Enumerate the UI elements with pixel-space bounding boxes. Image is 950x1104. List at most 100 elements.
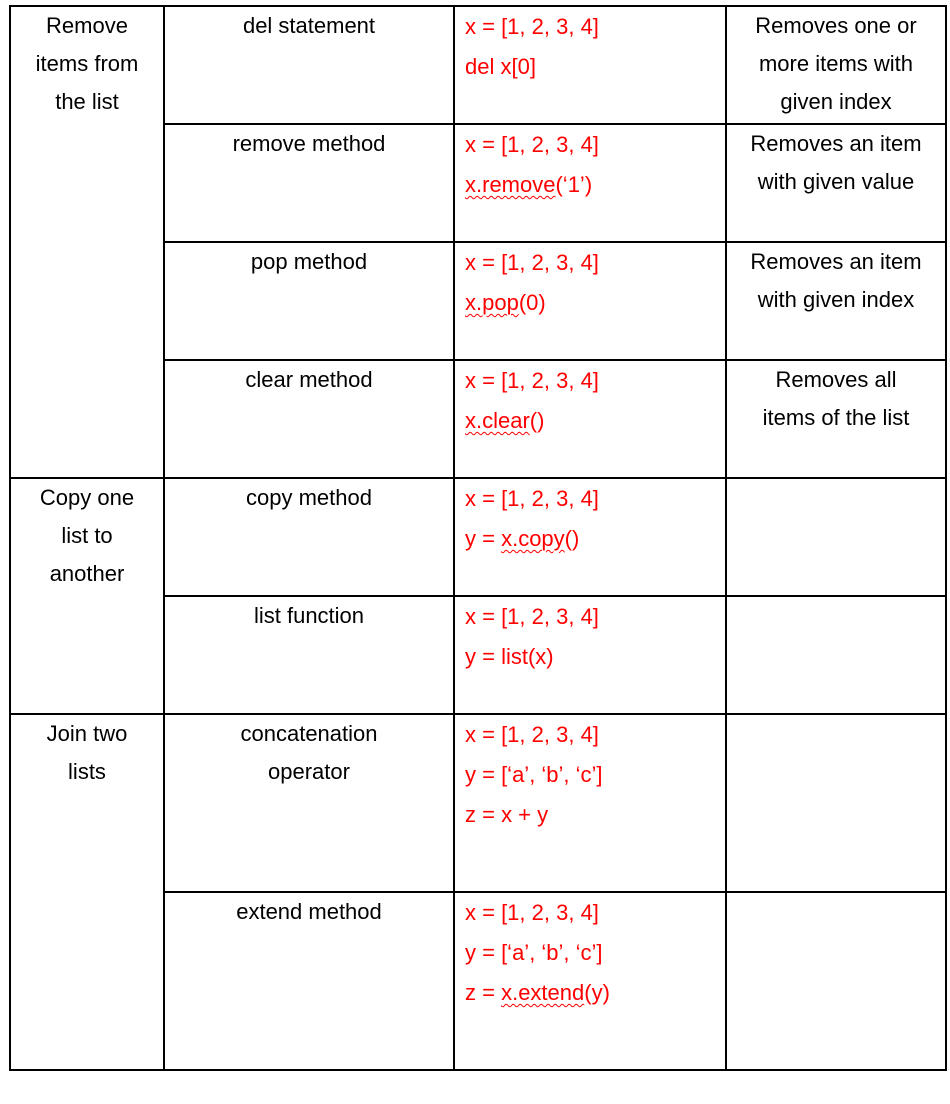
spellcheck-flagged-text: x.remove	[465, 172, 556, 197]
method-name: list function	[253, 603, 365, 628]
code-text: x = [1, 2, 3, 4]	[465, 250, 599, 275]
code-text: x = [1, 2, 3, 4]	[465, 368, 599, 393]
code-text: del x[0]	[465, 54, 536, 79]
code-line: y = x.copy()	[465, 519, 725, 559]
description-text-line: Removes an item	[750, 249, 922, 274]
spellcheck-flagged-text: x.clear	[465, 408, 530, 433]
code-line: x = [1, 2, 3, 4]	[465, 597, 725, 637]
description-text-line: Removes one or	[755, 13, 917, 38]
method-name: copy method	[246, 485, 372, 510]
code-line: x = [1, 2, 3, 4]	[465, 7, 725, 47]
method-cell: list function	[163, 595, 455, 715]
method-name: operator	[268, 759, 350, 784]
method-cell: copy method	[163, 477, 455, 597]
description-text-line: Removes an item	[750, 131, 922, 156]
code-line: x.clear()	[465, 401, 725, 441]
code-line: x = [1, 2, 3, 4]	[465, 243, 725, 283]
code-text: z = x + y	[465, 802, 549, 827]
code-text: y = [‘a’, ‘b’, ‘c’]	[465, 940, 603, 965]
category-text-line: another	[49, 561, 125, 586]
code-text: (0)	[518, 290, 546, 315]
code-line: x.remove(‘1’)	[465, 165, 725, 205]
code-line: x = [1, 2, 3, 4]	[465, 479, 725, 519]
method-cell: concatenation operator	[163, 713, 455, 893]
description-cell: Removes an item with given value	[725, 123, 947, 243]
table-row: Join two lists concatenation operator x = [1…	[9, 713, 947, 1071]
table-row: Remove items from the list del statement x =…	[9, 5, 947, 479]
code-line: del x[0]	[465, 47, 725, 87]
method-name: del statement	[242, 13, 376, 38]
code-text: x = [1, 2, 3, 4]	[465, 722, 599, 747]
method-cell: extend method	[163, 891, 455, 1071]
description-text-line: given index	[780, 89, 892, 114]
code-text: x = [1, 2, 3, 4]	[465, 132, 599, 157]
method-name: concatenation	[240, 721, 378, 746]
description-cell	[725, 477, 947, 597]
spellcheck-flagged-text: x.extend	[501, 980, 585, 1005]
python-list-operations-table: Remove items from the list del statement x =…	[9, 5, 947, 1071]
code-example-cell: x = [1, 2, 3, 4] x.remove(‘1’)	[453, 123, 727, 243]
code-example-cell: x = [1, 2, 3, 4] y = list(x)	[453, 595, 727, 715]
code-example-cell: x = [1, 2, 3, 4] y = [‘a’, ‘b’, ‘c’] z = x…	[453, 713, 727, 893]
description-cell	[725, 713, 947, 893]
method-cell: remove method	[163, 123, 455, 243]
category-text-line: lists	[68, 759, 106, 784]
description-text-line: with given index	[757, 287, 915, 312]
description-text-line: more items with	[758, 51, 914, 76]
code-line: z = x.extend(y)	[465, 973, 725, 1013]
code-text: y = [‘a’, ‘b’, ‘c’]	[465, 762, 603, 787]
code-line: x = [1, 2, 3, 4]	[465, 893, 725, 933]
code-text: ()	[529, 408, 545, 433]
method-name: remove method	[232, 131, 386, 156]
code-example-cell: x = [1, 2, 3, 4] x.clear()	[453, 359, 727, 479]
code-example-cell: x = [1, 2, 3, 4] y = [‘a’, ‘b’, ‘c’] z = x…	[453, 891, 727, 1071]
description-cell	[725, 595, 947, 715]
code-line: y = [‘a’, ‘b’, ‘c’]	[465, 933, 725, 973]
category-text-line: Copy one	[39, 485, 135, 510]
code-text: x = [1, 2, 3, 4]	[465, 900, 599, 925]
description-cell: Removes one or more items with given index	[725, 5, 947, 125]
category-cell: Join two lists	[9, 713, 165, 1071]
code-line: x.pop(0)	[465, 283, 725, 323]
category-text-line: items from	[35, 51, 139, 76]
code-line: y = [‘a’, ‘b’, ‘c’]	[465, 755, 725, 795]
code-text: x = [1, 2, 3, 4]	[465, 486, 599, 511]
code-line: x = [1, 2, 3, 4]	[465, 715, 725, 755]
code-example-cell: x = [1, 2, 3, 4] x.pop(0)	[453, 241, 727, 361]
category-text-line: the list	[55, 89, 119, 114]
category-text-line: Join two	[46, 721, 128, 746]
category-cell: Remove items from the list	[9, 5, 165, 479]
method-name: clear method	[245, 367, 373, 392]
code-text: (y)	[584, 980, 610, 1005]
code-text: x = [1, 2, 3, 4]	[465, 604, 599, 629]
method-name: extend method	[236, 899, 382, 924]
method-cell: del statement	[163, 5, 455, 125]
spellcheck-flagged-text: x.pop	[465, 290, 519, 315]
description-text-line: with given value	[757, 169, 915, 194]
description-cell: Removes all items of the list	[725, 359, 947, 479]
table-row: Copy one list to another copy method x = [1,…	[9, 477, 947, 715]
code-line: y = list(x)	[465, 637, 725, 677]
code-line: x = [1, 2, 3, 4]	[465, 361, 725, 401]
category-text-line: Remove	[46, 13, 128, 38]
description-cell	[725, 891, 947, 1071]
method-cell: clear method	[163, 359, 455, 479]
code-line: z = x + y	[465, 795, 725, 835]
code-text: y =	[465, 526, 502, 551]
category-cell: Copy one list to another	[9, 477, 165, 715]
code-example-cell: x = [1, 2, 3, 4] y = x.copy()	[453, 477, 727, 597]
description-cell: Removes an item with given index	[725, 241, 947, 361]
code-text: z =	[465, 980, 502, 1005]
description-text-line: Removes all	[775, 367, 897, 392]
code-text: y = list(x)	[465, 644, 554, 669]
code-text: x = [1, 2, 3, 4]	[465, 14, 599, 39]
code-example-cell: x = [1, 2, 3, 4] del x[0]	[453, 5, 727, 125]
table-body: Remove items from the list del statement x =…	[9, 5, 947, 1071]
code-line: x = [1, 2, 3, 4]	[465, 125, 725, 165]
code-text: (‘1’)	[555, 172, 593, 197]
code-text: ()	[564, 526, 580, 551]
method-cell: pop method	[163, 241, 455, 361]
spellcheck-flagged-text: x.copy	[501, 526, 565, 551]
method-name: pop method	[250, 249, 368, 274]
description-text-line: items of the list	[762, 405, 910, 430]
